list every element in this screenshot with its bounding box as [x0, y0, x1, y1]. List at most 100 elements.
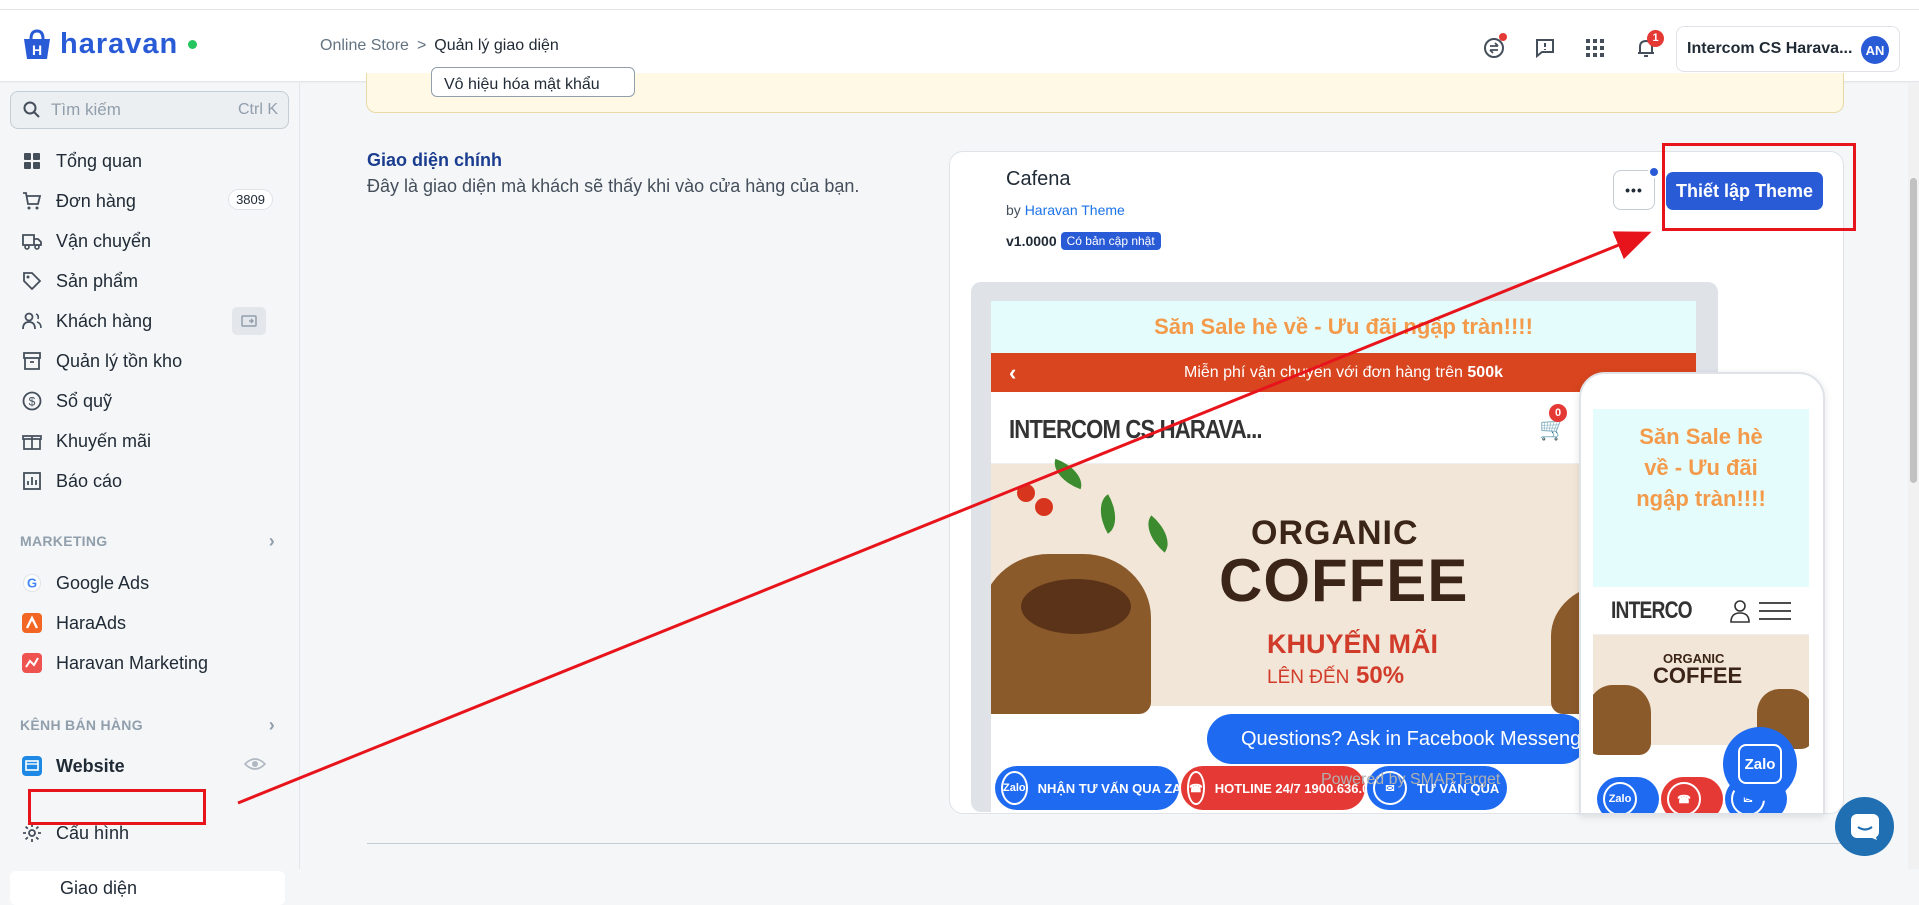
- search-shortcut: Ctrl K: [238, 101, 278, 118]
- phone-icon: ☎: [1187, 771, 1205, 805]
- scrollbar-thumb[interactable]: [1910, 178, 1917, 483]
- search-icon: [23, 101, 40, 118]
- sidebar-item-label: Giao diện: [60, 878, 138, 898]
- sidebar-item-label: Website: [56, 755, 125, 776]
- hero-discount: LÊN ĐẾN 50%: [1267, 662, 1404, 690]
- mobile-hero-banner: ORGANIC COFFEE: [1593, 635, 1809, 755]
- tag-icon: [22, 271, 42, 291]
- intercom-chat-button[interactable]: [1835, 797, 1894, 856]
- sidebar-item-label: HaraAds: [56, 612, 127, 633]
- coffee-bag-left: [991, 554, 1151, 714]
- truck-icon: [22, 231, 42, 251]
- sidebar-item-label: Google Ads: [56, 572, 150, 593]
- update-available-badge[interactable]: Có bản cập nhật: [1060, 232, 1161, 250]
- sidebar-item-label: Haravan Marketing: [56, 652, 209, 673]
- chevron-right-icon: ›: [268, 531, 275, 551]
- sidebar-item-label: Sổ quỹ: [56, 390, 113, 411]
- coffee-beans: [1021, 579, 1131, 634]
- sidebar-item-haraads[interactable]: HaraAds: [22, 605, 278, 641]
- sidebar-item-promotions[interactable]: Khuyến mãi: [22, 423, 278, 459]
- theme-name: Cafena: [1006, 168, 1071, 190]
- sidebar-item-website[interactable]: Website: [22, 748, 278, 784]
- version-number: v1.0000: [1006, 233, 1057, 249]
- sidebar-item-overview[interactable]: Tổng quan: [22, 143, 278, 179]
- leaf: [1048, 458, 1088, 490]
- breadcrumb-parent[interactable]: Online Store: [320, 37, 409, 55]
- shipping-text: Miễn phí vận chuyển với đơn hàng trên: [1184, 364, 1463, 381]
- mobile-promo-banner: Săn Sale hè về - Ưu đãi ngập tràn!!!!: [1593, 409, 1809, 587]
- chart-icon: [22, 471, 42, 491]
- home-icon: [22, 151, 42, 171]
- cart-icon: [22, 191, 42, 211]
- sidebar-item-customers[interactable]: Khách hàng: [22, 303, 278, 339]
- sidebar-item-products[interactable]: Sản phẩm: [22, 263, 278, 299]
- sidebar-item-cashbook[interactable]: $ Sổ quỹ: [22, 383, 278, 419]
- more-icon: •••: [1625, 182, 1643, 198]
- hamburger-icon: [1759, 601, 1791, 626]
- sales-channels-header[interactable]: KÊNH BÁN HÀNG ›: [20, 715, 275, 735]
- zalo-cta-button[interactable]: Zalo NHẬN TƯ VẤN QUA ZALO: [995, 766, 1179, 810]
- sidebar-item-haravan-marketing[interactable]: Haravan Marketing: [22, 645, 278, 681]
- feedback-icon[interactable]: [1531, 34, 1559, 62]
- disable-password-button[interactable]: Vô hiệu hóa mật khẩu: [431, 67, 635, 97]
- marketing-section-header[interactable]: MARKETING ›: [20, 531, 275, 551]
- haravan-logo[interactable]: H haravan: [20, 28, 198, 61]
- theme-author: by Haravan Theme: [1006, 202, 1125, 218]
- powered-by-text: Powered by SMARTarget: [1321, 771, 1501, 788]
- bag-icon: H: [24, 28, 50, 59]
- coffee-cherry: [1017, 484, 1035, 502]
- divider: [367, 843, 1845, 844]
- mobile-preview: Săn Sale hè về - Ưu đãi ngập tràn!!!! IN…: [1579, 372, 1825, 815]
- search-input[interactable]: Tìm kiếm Ctrl K: [10, 91, 289, 129]
- zalo-icon: Zalo: [1001, 771, 1028, 805]
- coffee-bag-left: [1593, 685, 1651, 755]
- breadcrumb: Online Store > Quản lý giao diện: [320, 37, 559, 55]
- avatar: AN: [1861, 36, 1889, 64]
- box-icon: [22, 351, 42, 371]
- chevron-right-icon: ›: [268, 715, 275, 735]
- switch-icon[interactable]: [1480, 33, 1508, 62]
- status-dot: [188, 40, 198, 49]
- svg-text:H: H: [32, 42, 42, 58]
- sidebar-item-google-ads[interactable]: G Google Ads: [22, 565, 278, 601]
- sidebar-item-inventory[interactable]: Quản lý tồn kho: [22, 343, 278, 379]
- cart-icon: 🛒 0: [1539, 404, 1567, 442]
- svg-text:$: $: [29, 395, 36, 409]
- sidebar-item-label: Quản lý tồn kho: [56, 350, 183, 371]
- theme-version: v1.0000 Có bản cập nhật: [1006, 232, 1161, 250]
- zalo-icon: Zalo: [1603, 782, 1637, 813]
- top-bar: H haravan Online Store > Quản lý giao di…: [0, 10, 1919, 82]
- new-indicator-dot: [1648, 166, 1660, 178]
- phone-icon: ☎: [1667, 782, 1701, 813]
- alert-dot: [1499, 33, 1507, 41]
- mobile-zalo-cta[interactable]: Zalo: [1597, 777, 1659, 813]
- theme-author-link[interactable]: Haravan Theme: [1025, 202, 1125, 218]
- hero-discount-value: 50%: [1356, 662, 1405, 689]
- eye-icon[interactable]: [243, 756, 267, 777]
- sidebar-item-label: Vận chuyển: [56, 230, 152, 251]
- mobile-hotline-cta[interactable]: ☎: [1661, 777, 1723, 813]
- messenger-chat-bar[interactable]: Questions? Ask in Facebook Messenger: [1207, 714, 1587, 764]
- logo-text: haravan: [60, 28, 179, 60]
- sidebar-item-reports[interactable]: Báo cáo: [22, 463, 278, 499]
- sidebar-item-orders[interactable]: Đơn hàng 3809: [22, 183, 278, 219]
- gift-icon: [22, 431, 42, 451]
- mobile-preview-screen: Săn Sale hè về - Ưu đãi ngập tràn!!!! IN…: [1593, 409, 1809, 813]
- sidebar-item-label: Báo cáo: [56, 470, 123, 491]
- sidebar-item-shipping[interactable]: Vận chuyển: [22, 223, 278, 259]
- external-screen-icon[interactable]: [232, 307, 266, 335]
- haraads-icon: [22, 613, 42, 633]
- sidebar-item-label: Khuyến mãi: [56, 430, 152, 451]
- section-description: Đây là giao diện mà khách sẽ thấy khi và…: [367, 176, 860, 196]
- leaf: [1090, 494, 1126, 534]
- annotation-highlight-setup: [1662, 143, 1856, 231]
- apps-grid-icon[interactable]: [1581, 34, 1609, 62]
- gear-icon: [22, 823, 42, 843]
- bell-icon[interactable]: 1: [1632, 30, 1664, 62]
- shipping-amount: 500k: [1467, 364, 1503, 381]
- zalo-chat-button[interactable]: Zalo: [1723, 727, 1797, 801]
- zalo-icon: Zalo: [1738, 744, 1782, 784]
- user-icon: [1729, 599, 1751, 628]
- account-menu[interactable]: Intercom CS Harava... AN: [1676, 26, 1900, 72]
- sidebar-item-themes[interactable]: Giao diện: [10, 871, 285, 905]
